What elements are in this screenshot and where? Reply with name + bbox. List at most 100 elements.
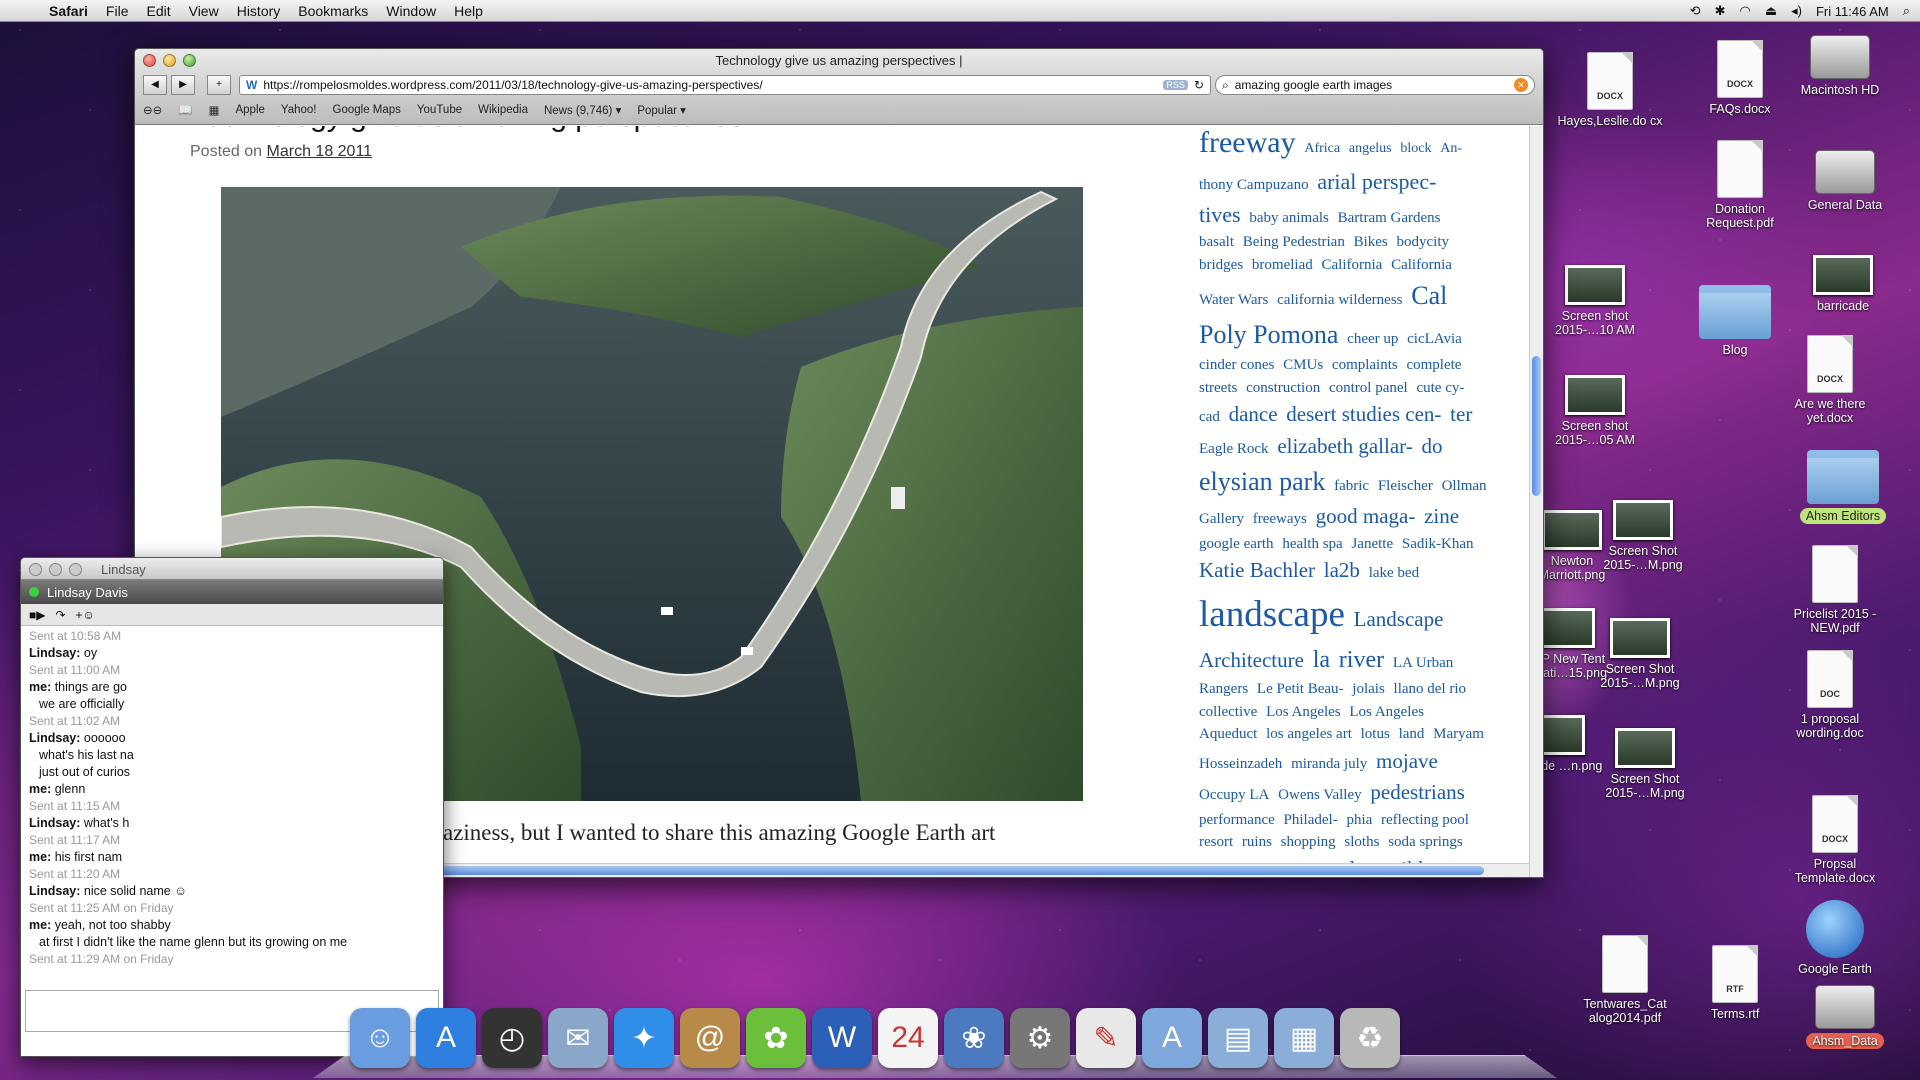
desktop-item[interactable]: Tentwares_Cat alog2014.pdf [1570,935,1680,1025]
address-bar[interactable]: W https://rompelosmoldes.wordpress.com/2… [239,75,1211,95]
tag-link[interactable]: Katie Bachler [1199,558,1315,582]
menu-edit[interactable]: Edit [137,3,179,19]
desktop-item[interactable]: Screen Shot 2015-…M.png [1585,618,1695,690]
chat-title-bar[interactable]: Lindsay [21,558,443,580]
tag-link[interactable]: cinder cones [1199,357,1274,373]
desktop-item[interactable]: Screen Shot 2015-…M.png [1588,500,1698,572]
tag-link[interactable]: Africa [1304,141,1340,156]
tag-link[interactable]: Le Petit Beau- [1257,681,1344,697]
desktop-item[interactable]: DOCX Are we there yet.docx [1775,335,1885,425]
dock-finder-icon[interactable]: ☺ [350,1008,410,1068]
tag-link[interactable]: elizabeth gallar- [1277,434,1412,458]
desktop-item[interactable]: barricade [1788,255,1898,313]
desktop-item[interactable]: DOCX Hayes,Leslie.do cx [1555,52,1665,128]
post-date-link[interactable]: March 18 2011 [267,143,373,160]
dock-iphoto-icon[interactable]: ❀ [944,1008,1004,1068]
tag-link[interactable]: reflecting pool [1381,812,1469,828]
tag-link[interactable]: fabric [1334,478,1369,494]
bookmark-yahoo[interactable]: Yahoo! [281,104,317,116]
desktop-item[interactable]: Screen Shot 2015-…M.png [1590,728,1700,800]
desktop-item[interactable]: Blog [1680,285,1790,357]
dock-app-store-icon[interactable]: A [416,1008,476,1068]
desktop-item[interactable]: General Data [1790,150,1900,212]
add-person-icon[interactable]: +☺ [76,608,95,622]
dock-ical-icon[interactable]: 24 [878,1008,938,1068]
tag-link[interactable]: arial perspec- [1317,169,1436,194]
call-icon[interactable]: ↷ [55,608,65,622]
tag-link[interactable]: elysian park [1199,467,1325,496]
dock-dashboard-icon[interactable]: ◴ [482,1008,542,1068]
clear-search-icon[interactable]: ✕ [1514,78,1528,92]
dock-mail-icon[interactable]: ✉ [548,1008,608,1068]
bookmarks-book-icon[interactable]: 📖 [178,103,192,117]
tag-link[interactable]: Bikes [1354,234,1388,250]
tag-link[interactable]: jolais [1352,681,1385,697]
tag-link[interactable]: California [1391,257,1452,273]
bookmark-youtube[interactable]: YouTube [417,104,462,116]
tag-link[interactable]: bromeliad [1252,257,1313,273]
url-text[interactable]: https://rompelosmoldes.wordpress.com/201… [263,78,1157,92]
tag-link[interactable]: mojave [1376,749,1438,773]
add-bookmark-button[interactable]: + [207,75,231,95]
video-icon[interactable]: ■▶ [29,608,45,622]
top-sites-icon[interactable]: ▦ [209,103,220,117]
eject-icon[interactable]: ⏏ [1765,3,1777,19]
desktop-item[interactable]: Pricelist 2015 - NEW.pdf [1780,545,1890,635]
dock-downloads-icon[interactable]: ▦ [1274,1008,1334,1068]
desktop-item[interactable]: DOCX FAQs.docx [1685,40,1795,116]
chat-close-button[interactable] [29,563,42,576]
tag-link[interactable]: pedestrians [1370,780,1464,804]
desktop-item[interactable]: Ahsm Editors [1788,450,1898,524]
desktop-item[interactable]: Macintosh HD [1785,35,1895,97]
tag-link[interactable]: good maga- [1316,504,1416,528]
menu-app-safari[interactable]: Safari [40,3,97,19]
reading-list-icon[interactable]: ⊖⊖ [143,103,162,117]
tag-link[interactable]: desert studies cen- [1286,402,1441,426]
dock-address-book-icon[interactable]: @ [680,1008,740,1068]
tag-link[interactable]: lake bed [1369,565,1419,581]
bookmark-google-maps[interactable]: Google Maps [333,104,401,116]
tag-link[interactable]: Being Pedestrian [1243,234,1345,250]
tag-link[interactable]: phia [1346,812,1372,828]
spotlight-icon[interactable]: ⌕ [1903,3,1910,19]
tag-link[interactable]: bodycity [1397,234,1450,250]
tag-link[interactable]: Poly Pomona [1199,320,1338,349]
tag-link[interactable]: la2b [1324,558,1360,582]
search-query[interactable]: amazing google earth images [1235,78,1508,92]
tag-link[interactable]: basalt [1199,234,1234,250]
desktop-item[interactable]: DOC 1 proposal wording.doc [1775,650,1885,740]
tag-link[interactable]: Bartram Gardens [1338,210,1441,226]
desktop-item[interactable]: RTF Terms.rtf [1680,945,1790,1021]
volume-icon[interactable]: ◂) [1791,3,1802,19]
search-field[interactable]: ⌕ amazing google earth images ✕ [1215,75,1535,95]
tag-link[interactable]: cad [1199,409,1220,425]
menu-bookmarks[interactable]: Bookmarks [289,3,377,19]
tag-link[interactable]: shopping [1281,834,1336,850]
menu-clock[interactable]: Fri 11:46 AM [1816,4,1889,19]
chat-zoom-button[interactable] [69,563,82,576]
tag-link[interactable]: miranda july [1291,756,1367,772]
menu-window[interactable]: Window [377,3,445,19]
back-button[interactable]: ◀ [143,75,167,95]
tag-link[interactable]: sloths [1344,834,1379,850]
time-machine-icon[interactable]: ⟲ [1690,3,1701,19]
rss-button[interactable]: RSS [1163,80,1188,90]
desktop-item[interactable]: Screen shot 2015-…05 AM [1540,375,1650,447]
dock-safari-icon[interactable]: ✦ [614,1008,674,1068]
dock-trash-icon[interactable]: ♻ [1340,1008,1400,1068]
tag-link[interactable]: ter [1450,402,1472,426]
tag-link[interactable]: baby animals [1249,210,1329,226]
tag-link[interactable]: Sadik-Khan [1402,536,1474,552]
chat-minimize-button[interactable] [49,563,62,576]
tag-link[interactable]: zine [1424,504,1459,528]
tag-link[interactable]: cheer up [1347,331,1398,347]
menu-help[interactable]: Help [445,3,492,19]
bookmark-wikipedia[interactable]: Wikipedia [478,104,528,116]
dock-documents-icon[interactable]: ▤ [1208,1008,1268,1068]
vertical-scrollbar[interactable] [1529,126,1543,877]
desktop-item[interactable]: Donation Request.pdf [1685,140,1795,230]
tag-link[interactable]: freeway [1199,126,1296,159]
dock-word-icon[interactable]: W [812,1008,872,1068]
tag-link[interactable]: angelus [1349,141,1392,156]
tag-link[interactable]: la [1313,647,1330,673]
